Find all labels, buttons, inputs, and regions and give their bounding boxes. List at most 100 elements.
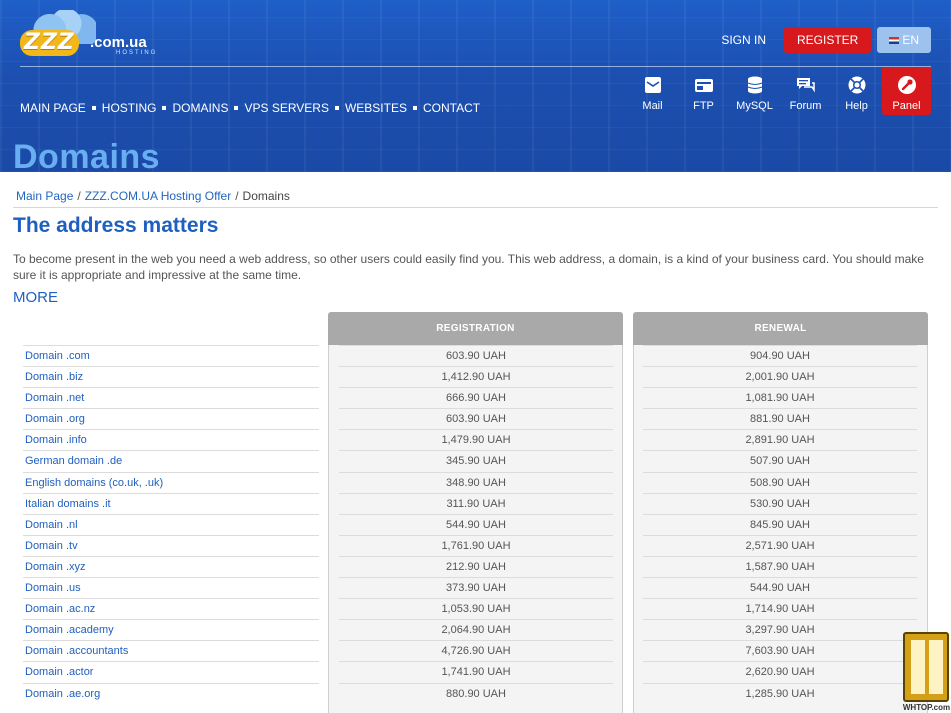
tool-help[interactable]: Help (831, 67, 882, 115)
language-label: EN (902, 33, 919, 47)
renewal-price: 2,891.90 UAH (643, 429, 917, 450)
nav-separator (162, 106, 167, 110)
renewal-price: 508.90 UAH (643, 471, 917, 493)
domain-link[interactable]: Domain .ac.nz (23, 598, 319, 619)
registration-price: 880.90 UAH (339, 682, 613, 704)
domain-link[interactable]: Domain .ae.org (23, 682, 319, 704)
registration-price: 1,412.90 UAH (339, 366, 613, 387)
breadcrumb-divider (13, 207, 938, 208)
tool-panel[interactable]: Panel (882, 67, 931, 115)
page-heading: Domains (13, 138, 161, 172)
domain-link[interactable]: Domain .org (23, 408, 319, 429)
ftp-icon (694, 79, 713, 92)
nav-separator (412, 106, 417, 110)
nav-main-page[interactable]: MAIN PAGE (20, 101, 86, 115)
tool-label: Mail (642, 100, 663, 112)
forum-icon (796, 78, 815, 93)
site-header: ZZZ .com.ua HOSTING SIGN IN REGISTER EN … (0, 0, 951, 172)
domain-link[interactable]: Domain .net (23, 387, 319, 408)
nav-vps-servers[interactable]: VPS SERVERS (244, 101, 328, 115)
tool-forum[interactable]: Forum (780, 67, 831, 115)
breadcrumb-main-page[interactable]: Main Page (16, 189, 73, 203)
renewal-price: 3,297.90 UAH (643, 619, 917, 640)
nav-domains[interactable]: DOMAINS (172, 101, 228, 115)
domain-link[interactable]: Domain .info (23, 429, 319, 450)
domain-link[interactable]: Domain .us (23, 577, 319, 598)
breadcrumb-separator: / (77, 189, 81, 203)
registration-price: 373.90 UAH (339, 577, 613, 598)
domain-link[interactable]: Domain .xyz (23, 555, 319, 577)
domain-link[interactable]: Domain .com (23, 345, 319, 366)
watermark-logo-icon (903, 632, 949, 702)
site-logo[interactable]: ZZZ .com.ua HOSTING (20, 8, 160, 56)
registration-price: 348.90 UAH (339, 471, 613, 493)
logo-sub: HOSTING (116, 50, 158, 56)
breadcrumb-hosting-offer[interactable]: ZZZ.COM.UA Hosting Offer (85, 189, 231, 203)
panel-icon (897, 76, 916, 94)
account-links: SIGN IN REGISTER EN (721, 27, 931, 53)
main-nav: MAIN PAGE HOSTING DOMAINS VPS SERVERS WE… (20, 101, 480, 115)
renewal-price: 544.90 UAH (643, 577, 917, 598)
nav-contact[interactable]: CONTACT (423, 101, 480, 115)
renewal-header: RENEWAL (633, 312, 928, 345)
domain-link[interactable]: Italian domains .it (23, 492, 319, 514)
nav-hosting[interactable]: HOSTING (102, 101, 157, 115)
renewal-price: 7,603.90 UAH (643, 640, 917, 661)
register-button[interactable]: REGISTER (783, 27, 872, 53)
registration-price: 1,053.90 UAH (339, 598, 613, 619)
renewal-price: 1,081.90 UAH (643, 387, 917, 408)
domain-link[interactable]: Domain .tv (23, 534, 319, 556)
registration-price: 212.90 UAH (339, 555, 613, 577)
registration-price: 4,726.90 UAH (339, 640, 613, 661)
tool-mysql[interactable]: MySQL (729, 67, 780, 115)
logo-main: ZZZ (20, 30, 79, 56)
mail-icon (644, 77, 661, 93)
logo-tld: .com.ua (90, 34, 147, 51)
nav-separator (334, 106, 339, 110)
registration-prices: 603.90 UAH 1,412.90 UAH 666.90 UAH 603.9… (339, 345, 613, 704)
tool-label: Forum (789, 100, 822, 112)
sign-in-link[interactable]: SIGN IN (721, 33, 766, 47)
breadcrumb-current: Domains (242, 189, 290, 203)
tool-mail[interactable]: Mail (627, 67, 678, 115)
renewal-price: 904.90 UAH (643, 345, 917, 366)
whtop-watermark: WHTOP.com (901, 630, 951, 713)
more-link[interactable]: MORE (13, 289, 58, 306)
breadcrumb: Main Page / ZZZ.COM.UA Hosting Offer / D… (16, 189, 290, 203)
domain-link[interactable]: Domain .academy (23, 619, 319, 640)
help-icon (848, 76, 865, 94)
renewal-price: 2,571.90 UAH (643, 534, 917, 556)
domain-link[interactable]: Domain .actor (23, 661, 319, 682)
tool-ftp[interactable]: FTP (678, 67, 729, 115)
renewal-price: 1,587.90 UAH (643, 555, 917, 577)
registration-price: 544.90 UAH (339, 513, 613, 535)
nav-websites[interactable]: WEBSITES (345, 101, 407, 115)
renewal-price: 530.90 UAH (643, 492, 917, 514)
registration-price: 345.90 UAH (339, 450, 613, 471)
registration-price: 666.90 UAH (339, 387, 613, 408)
renewal-prices: 904.90 UAH 2,001.90 UAH 1,081.90 UAH 881… (643, 345, 917, 704)
domain-link[interactable]: Domain .biz (23, 366, 319, 387)
language-selector[interactable]: EN (877, 27, 931, 53)
uk-flag-icon (889, 36, 900, 44)
tool-label: Panel (892, 100, 921, 112)
registration-price: 603.90 UAH (339, 408, 613, 429)
nav-separator (234, 106, 239, 110)
renewal-price: 507.90 UAH (643, 450, 917, 471)
domain-link[interactable]: German domain .de (23, 450, 319, 471)
registration-price: 311.90 UAH (339, 492, 613, 514)
tool-label: FTP (693, 100, 714, 112)
domain-link[interactable]: Domain .nl (23, 513, 319, 535)
renewal-price: 845.90 UAH (643, 513, 917, 535)
registration-header: REGISTRATION (328, 312, 623, 345)
renewal-price: 2,001.90 UAH (643, 366, 917, 387)
registration-price: 2,064.90 UAH (339, 619, 613, 640)
registration-price: 1,741.90 UAH (339, 661, 613, 682)
domain-link[interactable]: Domain .accountants (23, 640, 319, 661)
registration-price: 603.90 UAH (339, 345, 613, 366)
renewal-price: 2,620.90 UAH (643, 661, 917, 682)
registration-price: 1,479.90 UAH (339, 429, 613, 450)
domain-link[interactable]: English domains (co.uk, .uk) (23, 471, 319, 493)
watermark-label: WHTOP.com (902, 703, 951, 712)
section-intro: To become present in the web you need a … (13, 252, 924, 282)
